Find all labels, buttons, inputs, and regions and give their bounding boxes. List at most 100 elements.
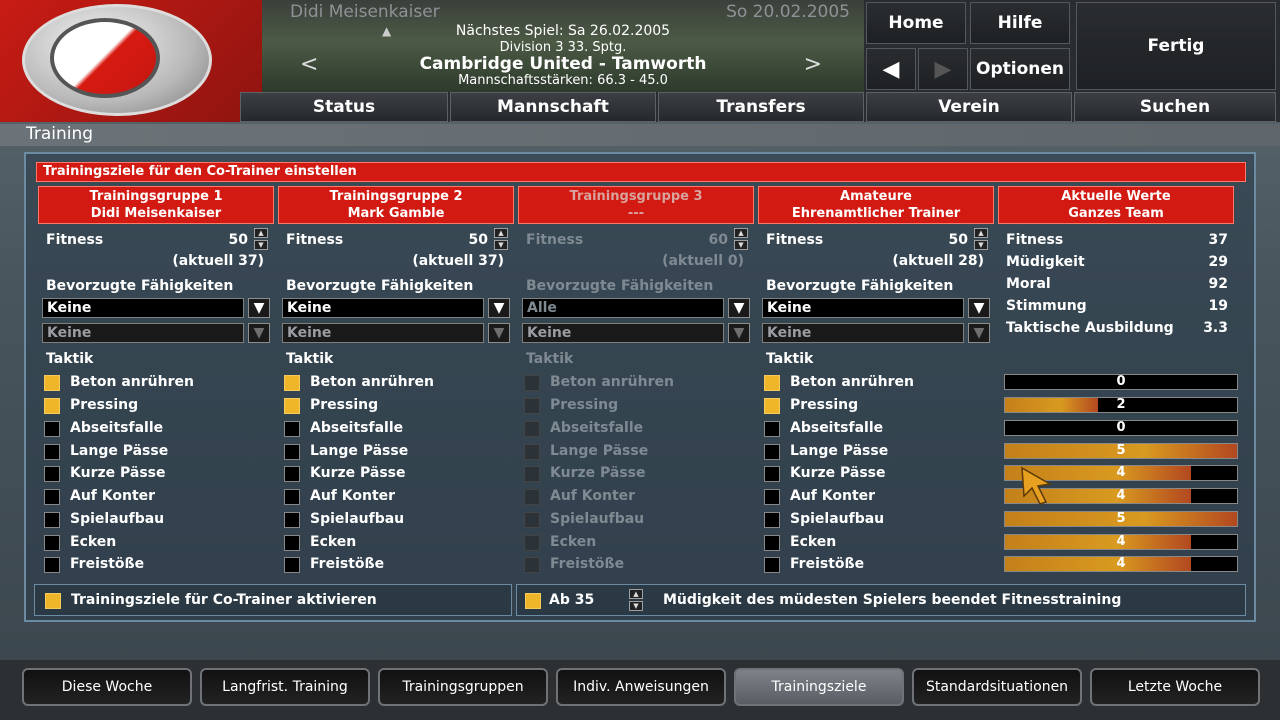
stepper-up-icon[interactable]: ▲: [629, 589, 643, 599]
preferred-skill-2-select[interactable]: Keine ▼: [282, 323, 510, 343]
tactic-checkbox[interactable]: [764, 512, 780, 528]
tactic-checkbox[interactable]: [284, 398, 300, 414]
fatigue-threshold-stepper[interactable]: ▲ ▼: [629, 589, 643, 611]
help-button[interactable]: Hilfe: [970, 2, 1070, 44]
fitness-stepper[interactable]: ▲ ▼: [494, 228, 508, 250]
dropdown-arrow-icon[interactable]: ▼: [968, 298, 990, 318]
preferred-skill-1-select[interactable]: Keine ▼: [42, 298, 270, 318]
select-value[interactable]: Keine: [522, 323, 724, 343]
stepper-up-icon[interactable]: ▲: [494, 228, 508, 238]
options-button[interactable]: Optionen: [970, 48, 1070, 90]
tactic-checkbox[interactable]: [284, 421, 300, 437]
tactic-checkbox[interactable]: [764, 444, 780, 460]
select-value[interactable]: Alle: [522, 298, 724, 318]
preferred-skill-2-select[interactable]: Keine ▼: [42, 323, 270, 343]
nav-tab-status[interactable]: Status: [240, 92, 448, 122]
dropdown-arrow-icon[interactable]: ▼: [728, 298, 750, 318]
tactic-checkbox[interactable]: [284, 375, 300, 391]
dropdown-arrow-icon[interactable]: ▼: [248, 298, 270, 318]
tactic-checkbox[interactable]: [764, 375, 780, 391]
select-value[interactable]: Keine: [42, 323, 244, 343]
tactic-checkbox[interactable]: [524, 421, 540, 437]
division-info: Division 3 33. Sptg.: [499, 40, 627, 55]
nav-tab-transfers[interactable]: Transfers: [658, 92, 864, 122]
bottom-tab-0[interactable]: Diese Woche: [22, 668, 192, 706]
fitness-stepper[interactable]: ▲ ▼: [734, 228, 748, 250]
dropdown-arrow-icon[interactable]: ▼: [728, 323, 750, 343]
stepper-down-icon[interactable]: ▼: [629, 601, 643, 611]
tactic-checkbox[interactable]: [764, 421, 780, 437]
fitness-current-value: (aktuell 37): [172, 253, 264, 269]
tactic-checkbox[interactable]: [524, 466, 540, 482]
stepper-up-icon[interactable]: ▲: [254, 228, 268, 238]
tactic-checkbox[interactable]: [284, 557, 300, 573]
tactic-checkbox[interactable]: [44, 489, 60, 505]
fitness-stepper[interactable]: ▲ ▼: [254, 228, 268, 250]
select-value[interactable]: Keine: [42, 298, 244, 318]
bottom-tab-1[interactable]: Langfrist. Training: [200, 668, 370, 706]
tactic-checkbox[interactable]: [524, 535, 540, 551]
nav-tab-team[interactable]: Mannschaft: [450, 92, 656, 122]
select-value[interactable]: Keine: [282, 298, 484, 318]
tactic-checkbox[interactable]: [764, 535, 780, 551]
tactic-checkbox[interactable]: [764, 557, 780, 573]
bottom-tab-6[interactable]: Letzte Woche: [1090, 668, 1260, 706]
bottom-tab-5[interactable]: Standardsituationen: [912, 668, 1082, 706]
tactic-checkbox[interactable]: [44, 557, 60, 573]
fitness-stepper[interactable]: ▲ ▼: [974, 228, 988, 250]
nav-tab-search[interactable]: Suchen: [1074, 92, 1276, 122]
tactic-checkbox[interactable]: [524, 557, 540, 573]
preferred-skill-1-select[interactable]: Keine ▼: [762, 298, 990, 318]
tactic-checkbox[interactable]: [284, 535, 300, 551]
bottom-tab-2[interactable]: Trainingsgruppen: [378, 668, 548, 706]
back-arrow-icon[interactable]: ◀: [866, 48, 916, 90]
tactic-checkbox[interactable]: [284, 489, 300, 505]
tactic-checkbox[interactable]: [44, 398, 60, 414]
preferred-skill-2-select[interactable]: Keine ▼: [762, 323, 990, 343]
dropdown-arrow-icon[interactable]: ▼: [968, 323, 990, 343]
tactic-checkbox[interactable]: [44, 535, 60, 551]
tactic-checkbox[interactable]: [44, 421, 60, 437]
stepper-down-icon[interactable]: ▼: [254, 240, 268, 250]
preferred-skill-1-select[interactable]: Keine ▼: [282, 298, 510, 318]
preferred-skill-1-select[interactable]: Alle ▼: [522, 298, 750, 318]
tactic-checkbox[interactable]: [44, 512, 60, 528]
fatigue-threshold-checkbox[interactable]: [525, 593, 541, 609]
tactic-checkbox[interactable]: [524, 489, 540, 505]
previous-match-icon[interactable]: <: [300, 52, 318, 77]
tactic-checkbox[interactable]: [284, 512, 300, 528]
next-match-icon[interactable]: >: [804, 52, 822, 77]
stepper-down-icon[interactable]: ▼: [974, 240, 988, 250]
tactic-checkbox[interactable]: [284, 466, 300, 482]
tactic-checkbox[interactable]: [44, 444, 60, 460]
tactic-checkbox[interactable]: [44, 466, 60, 482]
tactic-checkbox[interactable]: [44, 375, 60, 391]
tactic-checkbox[interactable]: [524, 375, 540, 391]
tactic-checkbox[interactable]: [764, 489, 780, 505]
tactic-checkbox[interactable]: [524, 512, 540, 528]
select-value[interactable]: Keine: [762, 323, 964, 343]
done-button[interactable]: Fertig: [1076, 2, 1276, 90]
tactic-checkbox[interactable]: [524, 444, 540, 460]
forward-arrow-icon[interactable]: ▶: [918, 48, 968, 90]
stepper-up-icon[interactable]: ▲: [974, 228, 988, 238]
stepper-down-icon[interactable]: ▼: [494, 240, 508, 250]
dropdown-arrow-icon[interactable]: ▼: [248, 323, 270, 343]
dropdown-arrow-icon[interactable]: ▼: [488, 323, 510, 343]
select-value[interactable]: Keine: [762, 298, 964, 318]
bottom-tab-4[interactable]: Trainingsziele: [734, 668, 904, 706]
tactic-checkbox[interactable]: [524, 398, 540, 414]
dropdown-arrow-icon[interactable]: ▼: [488, 298, 510, 318]
select-value[interactable]: Keine: [282, 323, 484, 343]
stepper-down-icon[interactable]: ▼: [734, 240, 748, 250]
tactic-checkbox[interactable]: [764, 466, 780, 482]
preferred-skill-2-select[interactable]: Keine ▼: [522, 323, 750, 343]
stepper-up-icon[interactable]: ▲: [734, 228, 748, 238]
bottom-tab-3[interactable]: Indiv. Anweisungen: [556, 668, 726, 706]
tactic-checkbox[interactable]: [764, 398, 780, 414]
nav-tab-club[interactable]: Verein: [866, 92, 1072, 122]
home-button[interactable]: Home: [866, 2, 966, 44]
activate-goals-checkbox[interactable]: [45, 593, 61, 609]
fatigue-description: Müdigkeit des müdesten Spielers beendet …: [663, 592, 1122, 608]
tactic-checkbox[interactable]: [284, 444, 300, 460]
